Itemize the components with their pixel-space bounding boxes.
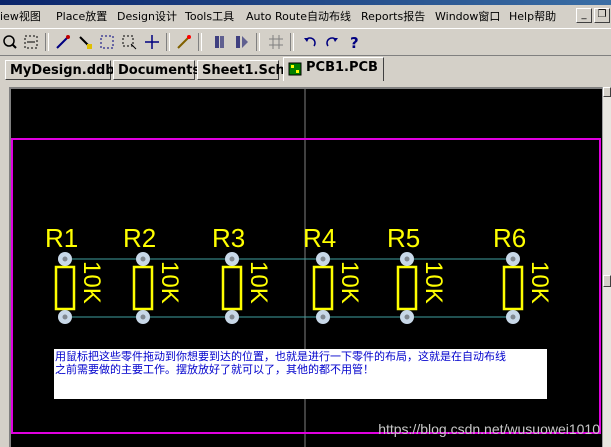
pad-hole bbox=[320, 256, 326, 262]
resistor-body bbox=[221, 265, 243, 311]
toolbar-separator bbox=[45, 33, 49, 51]
redo-icon[interactable] bbox=[322, 32, 342, 52]
resistor-body bbox=[132, 265, 154, 311]
toolbar-separator bbox=[290, 33, 294, 51]
menu-place[interactable]: Place放置 bbox=[56, 8, 107, 24]
component-designator: R1 bbox=[45, 223, 79, 253]
pad-hole bbox=[229, 256, 235, 262]
pcb-canvas[interactable]: R1 10K R2 10K R3 10K R4 10K R5 10K R6 10K 用鼠标把这些零件拖… bbox=[9, 87, 602, 447]
menu-auto-route[interactable]: Auto Route自动布线 bbox=[246, 8, 351, 24]
zoom-icon[interactable] bbox=[0, 32, 20, 52]
note-box: 用鼠标把这些零件拖动到你想要到达的位置，也就是进行一下零件的布局，这就是在自动布… bbox=[54, 349, 547, 399]
vertical-scrollbar[interactable] bbox=[602, 87, 611, 447]
pad-hole bbox=[510, 256, 516, 262]
menu-window[interactable]: Window窗口 bbox=[435, 8, 500, 24]
wire-cut-icon[interactable] bbox=[53, 32, 73, 52]
pad-hole bbox=[62, 256, 68, 262]
menu-reports[interactable]: Reports报告 bbox=[361, 8, 425, 24]
magic-icon[interactable] bbox=[174, 32, 194, 52]
tab-documents[interactable]: Documents bbox=[113, 60, 200, 80]
grid-icon[interactable] bbox=[266, 32, 286, 52]
component-designator: R5 bbox=[387, 223, 421, 253]
menu-design[interactable]: Design设计 bbox=[117, 8, 177, 24]
component-value: 10K bbox=[420, 261, 447, 304]
library-icon[interactable] bbox=[210, 32, 230, 52]
menu-tools[interactable]: Tools工具 bbox=[185, 8, 234, 24]
component-value: 10K bbox=[156, 261, 183, 304]
note-line-2: 之前需要做的主要工作。摆放放好了就可以了，其他的都不用管！ bbox=[55, 363, 374, 376]
menu-view[interactable]: iew视图 bbox=[0, 8, 41, 24]
component-designator: R2 bbox=[123, 223, 157, 253]
minimize-button[interactable]: _ bbox=[576, 8, 592, 23]
component-value: 10K bbox=[526, 261, 553, 304]
pad-hole bbox=[229, 314, 235, 320]
note-line-1: 用鼠标把这些零件拖动到你想要到达的位置，也就是进行一下零件的布局，这就是在自动布… bbox=[55, 350, 506, 363]
menu-bar: iew视图 Place放置 Design设计 Tools工具 Auto Rout… bbox=[0, 5, 611, 27]
tab-sheet1-sch[interactable]: Sheet1.Sch bbox=[197, 60, 285, 80]
help-icon[interactable]: ? bbox=[344, 32, 364, 52]
resistor-body bbox=[312, 265, 334, 311]
scroll-up-arrow[interactable] bbox=[603, 87, 611, 97]
browse-library-icon[interactable] bbox=[232, 32, 252, 52]
pad-hole bbox=[320, 314, 326, 320]
pad-hole bbox=[404, 314, 410, 320]
undo-icon[interactable] bbox=[300, 32, 320, 52]
component-value: 10K bbox=[78, 261, 105, 304]
pad-hole bbox=[140, 256, 146, 262]
toolbar-separator bbox=[256, 33, 260, 51]
menu-help[interactable]: Help帮助 bbox=[509, 8, 556, 24]
select-area-icon[interactable] bbox=[97, 32, 117, 52]
pcb-document-icon bbox=[288, 62, 302, 76]
move-icon[interactable] bbox=[142, 32, 162, 52]
restore-button[interactable]: ❐ bbox=[594, 8, 610, 23]
resistor-body bbox=[502, 265, 524, 311]
tab-mydesign-ddb[interactable]: MyDesign.ddb bbox=[5, 60, 115, 80]
highlight-icon[interactable] bbox=[75, 32, 95, 52]
component-designator: R6 bbox=[493, 223, 527, 253]
toolbar-separator bbox=[166, 33, 170, 51]
resistor-body bbox=[396, 265, 418, 311]
toolbar: ? bbox=[0, 28, 611, 56]
svg-text:?: ? bbox=[350, 34, 359, 50]
pad-hole bbox=[62, 314, 68, 320]
pad-hole bbox=[510, 314, 516, 320]
watermark: https://blog.csdn.net/wusuowei1010 bbox=[378, 421, 600, 437]
toolbar-separator bbox=[198, 33, 202, 51]
components-layer bbox=[54, 252, 524, 324]
component-value: 10K bbox=[245, 261, 272, 304]
deselect-icon[interactable] bbox=[119, 32, 139, 52]
component-designator: R4 bbox=[303, 223, 337, 253]
zoom-area-icon[interactable] bbox=[21, 32, 41, 52]
tab-label: PCB1.PCB bbox=[306, 60, 378, 75]
resistor-body bbox=[54, 265, 76, 311]
tab-pcb1-pcb[interactable]: PCB1.PCB bbox=[283, 57, 384, 81]
component-value: 10K bbox=[336, 261, 363, 304]
pad-hole bbox=[404, 256, 410, 262]
scroll-thumb[interactable] bbox=[603, 275, 611, 287]
pad-hole bbox=[140, 314, 146, 320]
component-designator: R3 bbox=[212, 223, 246, 253]
document-tabs: MyDesign.ddb Documents Sheet1.Sch PCB1.P… bbox=[0, 56, 611, 83]
